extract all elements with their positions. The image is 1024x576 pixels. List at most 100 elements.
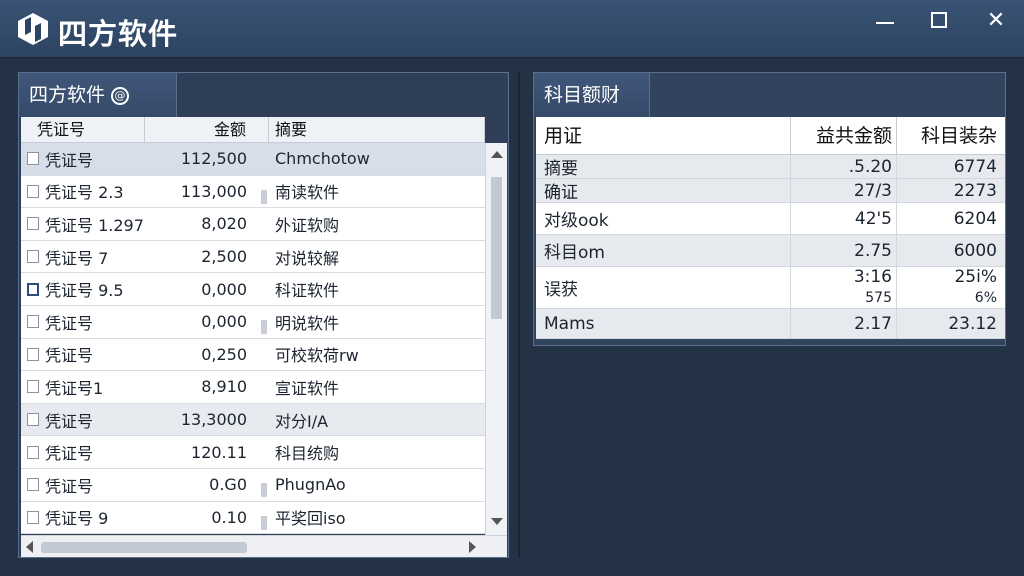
table-row[interactable]: 凭证号 112,500 Chmchotow: [21, 143, 485, 176]
account-cell: 2273: [897, 179, 1005, 202]
amount-text: 120.11: [191, 442, 247, 462]
summary-cell: 南读软件: [275, 183, 340, 203]
table-row[interactable]: 凭证号1 8,910 宣证软件: [21, 371, 485, 404]
total-text: 2.17: [854, 313, 892, 334]
voucher-table-header: 凭证号 金额 摘要: [21, 117, 485, 143]
voucher-panel-tab-label: 四方软件: [29, 84, 106, 106]
account-table-header: 用证 益共金额 科目装杂: [536, 117, 1005, 155]
voucher-cell: 凭证号: [21, 440, 145, 464]
horizontal-scroll-thumb[interactable]: [41, 542, 247, 553]
amount-text: 0,250: [201, 344, 247, 364]
account-cell: 25i% 6%: [897, 267, 1005, 308]
row-checkbox[interactable]: [27, 217, 39, 231]
vertical-scrollbar[interactable]: [485, 143, 507, 535]
voucher-cell: 凭证号: [21, 473, 145, 497]
app-title: 四方软件: [58, 17, 179, 51]
cell-marker: [261, 320, 267, 335]
voucher-cell: 凭证号: [21, 342, 145, 366]
account-text: 23.12: [948, 313, 997, 334]
cell-marker: [261, 515, 267, 530]
summary-cell: 可校软荷rw: [275, 346, 359, 366]
voucher-cell: 凭证号1: [21, 375, 145, 399]
amount-text: 0,000: [201, 279, 247, 299]
row-checkbox[interactable]: [27, 510, 39, 524]
column-header-account[interactable]: 科目装杂: [897, 117, 1005, 154]
total-text: .5.20: [848, 156, 892, 177]
summary-cell: 对分I/A: [275, 411, 329, 431]
table-row[interactable]: 凭证号 7 2,500 对说较解: [21, 240, 485, 274]
voucher-text: 凭证号1: [45, 378, 104, 398]
minimize-button[interactable]: [872, 8, 900, 36]
name-text: 科目om: [544, 243, 605, 263]
name-cell: 摘要: [536, 155, 791, 179]
scroll-down-icon[interactable]: [491, 518, 503, 525]
row-checkbox[interactable]: [27, 478, 39, 492]
voucher-text: 凭证号: [45, 476, 94, 496]
table-row[interactable]: 凭证号 0.G0 PhugnAo: [21, 468, 485, 502]
voucher-table: 凭证号 金额 摘要 凭证号 112,500 Chmchotow 凭证号 2.3 113,…: [21, 117, 485, 535]
row-checkbox[interactable]: [27, 445, 39, 459]
table-row[interactable]: 凭证号 2.3 113,000 南读软件: [21, 175, 485, 209]
total-cell: 3:16 575: [791, 267, 897, 308]
column-header-summary[interactable]: 摘要: [269, 117, 485, 142]
table-row[interactable]: 凭证号 0,000 明说软件: [21, 305, 485, 339]
table-row[interactable]: 科目om 2.75 6000: [536, 235, 1005, 267]
table-row[interactable]: 摘要 .5.20 6774: [536, 155, 1005, 179]
panel-splitter[interactable]: [518, 72, 520, 558]
voucher-text: 凭证号 9.5: [45, 281, 124, 301]
amount-cell: 0,000: [145, 280, 269, 299]
row-checkbox[interactable]: [27, 413, 39, 427]
name-text: 对级ook: [544, 211, 609, 231]
summary-cell: 平奖回iso: [275, 509, 346, 529]
account-panel-tab[interactable]: 科目额财: [534, 73, 650, 117]
table-row[interactable]: 凭证号 0,250 可校软荷rw: [21, 338, 485, 372]
column-header-name[interactable]: 用证: [536, 117, 791, 154]
amount-cell: 0,250: [145, 345, 269, 364]
column-header-amount[interactable]: 金额: [145, 117, 269, 142]
table-row[interactable]: 凭证号 9 0.10 平奖回iso: [21, 501, 485, 535]
amount-cell: 0.G0: [145, 475, 269, 498]
scroll-left-icon[interactable]: [26, 541, 33, 553]
column-header-voucher[interactable]: 凭证号: [21, 117, 145, 142]
maximize-button[interactable]: [926, 8, 954, 36]
voucher-cell: 凭证号: [21, 408, 145, 432]
info-icon[interactable]: @: [111, 86, 130, 105]
scroll-up-icon[interactable]: [491, 151, 503, 158]
total-cell: 27/3: [791, 179, 897, 202]
account-text: 6774: [953, 156, 997, 177]
account-text: 6204: [953, 208, 997, 229]
voucher-cell: 凭证号: [21, 147, 145, 171]
row-checkbox[interactable]: [27, 152, 39, 166]
voucher-text: 凭证号: [45, 150, 94, 170]
summary-cell: 宣证软件: [275, 378, 340, 398]
voucher-panel-tab[interactable]: 四方软件 @: [19, 73, 177, 117]
table-row[interactable]: 凭证号 1.297 8,020 外证软购: [21, 208, 485, 241]
horizontal-scrollbar[interactable]: [21, 535, 507, 557]
row-checkbox[interactable]: [27, 250, 39, 264]
table-row[interactable]: 凭证号 9.5 0,000 科证软件: [21, 273, 485, 306]
table-row[interactable]: 对级ook 42'5 6204: [536, 203, 1005, 235]
amount-cell: 8,020: [145, 214, 269, 233]
account-cell: 6774: [897, 155, 1005, 178]
amount-cell: 112,500: [145, 149, 269, 168]
table-row[interactable]: 误获 3:16 575 25i% 6%: [536, 267, 1005, 309]
amount-text: 112,500: [180, 149, 247, 169]
vertical-scroll-thumb[interactable]: [491, 177, 502, 319]
scroll-right-icon[interactable]: [469, 541, 476, 553]
cell-marker: [261, 483, 267, 498]
row-checkbox[interactable]: [27, 282, 39, 296]
amount-cell: 0.10: [145, 508, 269, 530]
voucher-cell: 凭证号 2.3: [21, 179, 145, 203]
close-button[interactable]: ✕: [982, 8, 1010, 36]
table-row[interactable]: Mams 2.17 23.12: [536, 309, 1005, 339]
column-header-total[interactable]: 益共金额: [791, 117, 897, 154]
table-row[interactable]: 凭证号 120.11 科目统购: [21, 436, 485, 469]
table-row[interactable]: 确证 27/3 2273: [536, 179, 1005, 203]
row-checkbox[interactable]: [27, 347, 39, 361]
row-checkbox[interactable]: [27, 380, 39, 394]
row-checkbox[interactable]: [27, 184, 39, 198]
name-cell: Mams: [536, 309, 791, 338]
account-text: 6000: [953, 240, 997, 261]
table-row[interactable]: 凭证号 13,3000 对分I/A: [21, 403, 485, 437]
row-checkbox[interactable]: [27, 315, 39, 329]
